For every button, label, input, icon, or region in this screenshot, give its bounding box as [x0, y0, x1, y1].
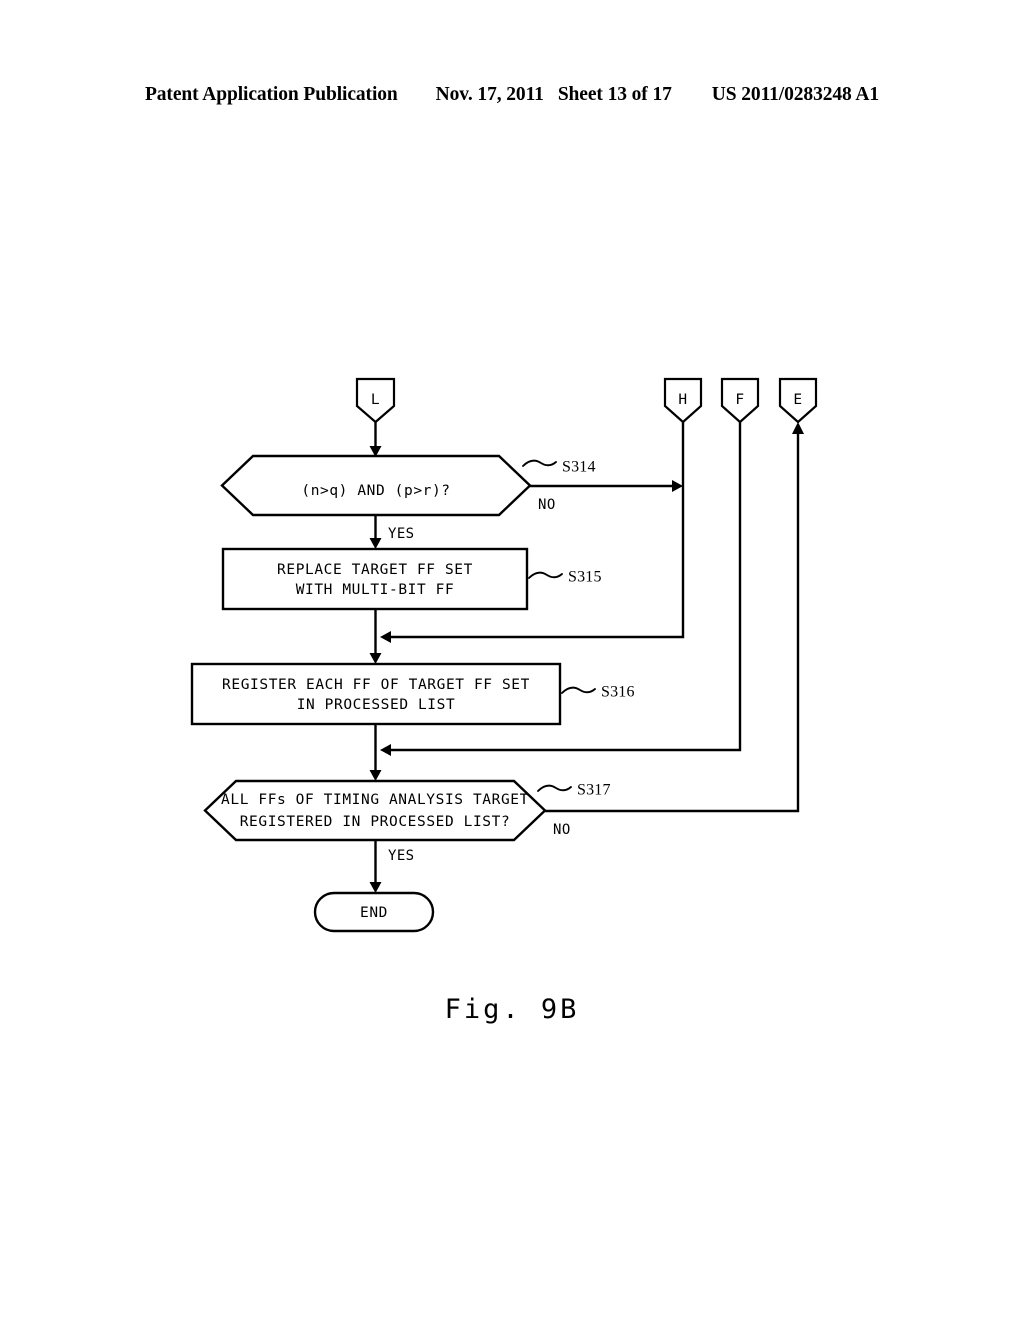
step-label-s314: S314: [562, 459, 596, 476]
edge-label-s314-yes: YES: [388, 526, 415, 542]
flow-s314-no: NO: [530, 480, 683, 513]
node-s316-line1: REGISTER EACH FF OF TARGET FF SET: [222, 677, 530, 693]
connector-E-label: E: [793, 392, 802, 408]
connector-E: E: [778, 377, 818, 424]
node-s316: REGISTER EACH FF OF TARGET FF SET IN PRO…: [190, 662, 635, 726]
node-end: END: [313, 891, 435, 933]
figure-9b: L H F E (n>q) AND (p>r)? S314 YES NO REP…: [0, 0, 1024, 1320]
connector-L-label: L: [371, 392, 380, 408]
connector-F-label: F: [735, 392, 744, 408]
step-label-s317: S317: [577, 782, 611, 799]
node-s314-text: (n>q) AND (p>r)?: [301, 483, 450, 499]
node-s317-line1: ALL FFs OF TIMING ANALYSIS TARGET: [221, 792, 529, 808]
edge-label-s314-no: NO: [538, 497, 556, 513]
node-s315: REPLACE TARGET FF SET WITH MULTI-BIT FF …: [221, 547, 602, 611]
node-end-label: END: [360, 905, 388, 921]
step-label-s316: S316: [601, 684, 635, 701]
connector-L: L: [355, 377, 396, 424]
step-label-s315: S315: [568, 569, 602, 586]
node-s316-line2: IN PROCESSED LIST: [297, 697, 456, 713]
node-s315-line1: REPLACE TARGET FF SET: [277, 562, 473, 578]
edge-label-s317-no: NO: [553, 822, 571, 838]
flow-L-to-s314: [369, 422, 382, 457]
flow-s316-down: [369, 724, 382, 781]
flowchart-diagram: L H F E (n>q) AND (p>r)? S314 YES NO REP…: [190, 377, 818, 933]
flow-s315-down: [369, 609, 382, 664]
connector-H: H: [663, 377, 703, 424]
flow-s314-yes: YES: [369, 515, 415, 549]
connector-H-label: H: [678, 392, 687, 408]
connector-F: F: [720, 377, 760, 424]
edge-label-s317-yes: YES: [388, 848, 415, 864]
node-s317-line2: REGISTERED IN PROCESSED LIST?: [240, 814, 511, 830]
figure-caption: Fig. 9B: [444, 994, 580, 1025]
node-s315-line2: WITH MULTI-BIT FF: [296, 582, 455, 598]
flow-s317-yes: YES: [369, 840, 415, 893]
